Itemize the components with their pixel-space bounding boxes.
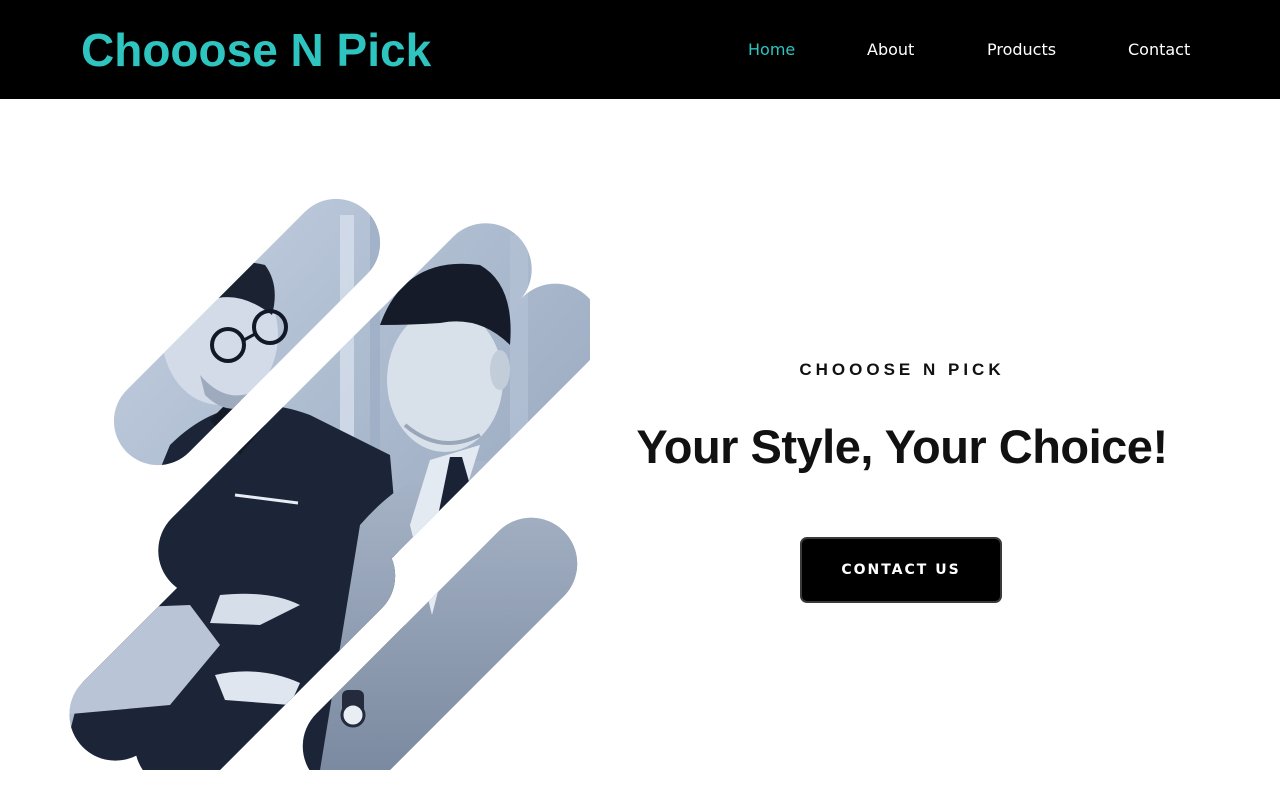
main-nav: Home About Products Contact — [0, 38, 1280, 62]
hero-headline: Your Style, Your Choice! — [636, 420, 1168, 473]
contact-us-button[interactable]: CONTACT US — [800, 537, 1002, 603]
nav-link-about[interactable]: About — [867, 38, 914, 62]
hero-eyebrow: CHOOOSE N PICK — [799, 360, 1005, 379]
hero-image-collage — [60, 195, 590, 770]
nav-link-home[interactable]: Home — [748, 38, 795, 62]
businessmen-collage-icon — [60, 195, 590, 770]
top-navbar: Chooose N Pick Home About Products Conta… — [0, 0, 1280, 99]
nav-link-products[interactable]: Products — [987, 38, 1056, 62]
nav-link-contact[interactable]: Contact — [1128, 38, 1190, 62]
